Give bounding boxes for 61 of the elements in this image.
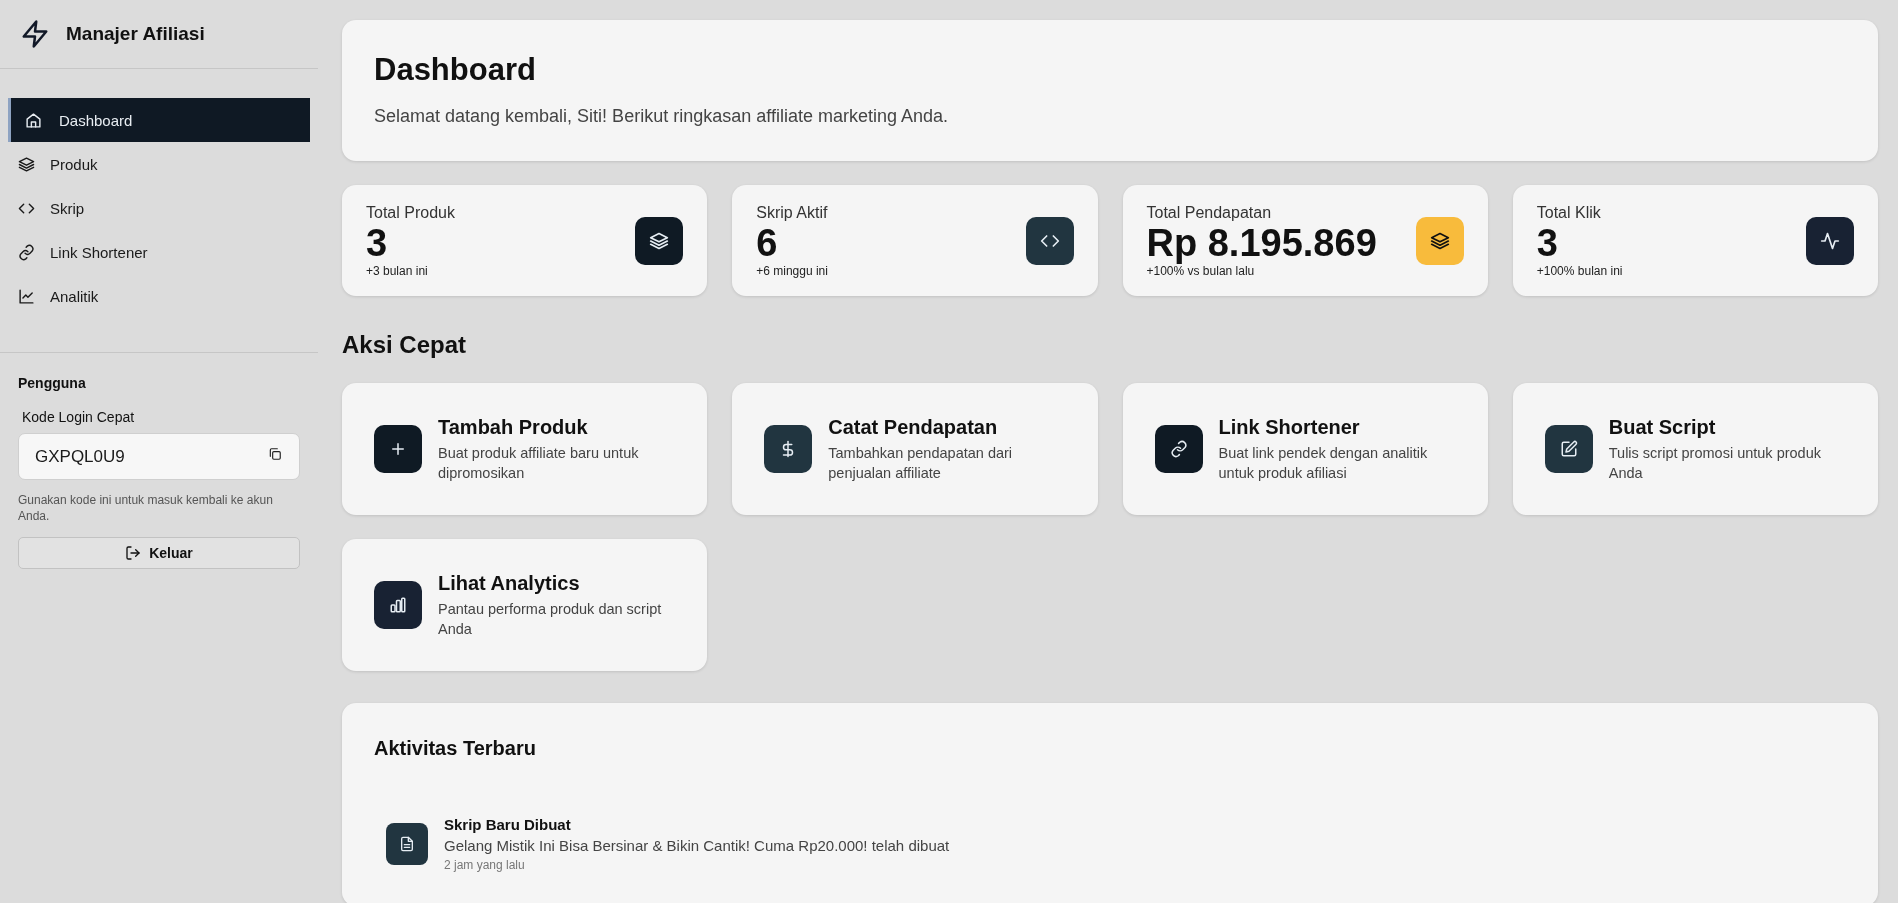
- stat-label: Total Pendapatan: [1146, 203, 1273, 222]
- action-description: Tulis script promosi untuk produk Anda: [1608, 443, 1822, 483]
- action-title: Link Shortener: [1218, 415, 1361, 439]
- stat-note: +100% bulan ini: [1536, 263, 1623, 278]
- login-code-field[interactable]: GXPQL0U9: [18, 433, 300, 480]
- stat-value: 6: [756, 221, 779, 264]
- logout-icon: [125, 545, 142, 561]
- stat-label: Skrip Aktif: [756, 203, 828, 222]
- link-icon: [18, 243, 35, 261]
- quick-action-card[interactable]: Link Shortener Buat link pendek dengan analitik untuk produk afiliasi: [1122, 383, 1488, 515]
- hint-text: Gunakan kode ini untuk masuk kembali ke akun Anda.: [18, 492, 274, 524]
- field-label: Kode Login Cepat: [22, 409, 136, 425]
- line-chart-icon: [18, 287, 35, 305]
- action-title: Buat Script: [1608, 415, 1717, 439]
- welcome-text: Selamat datang kembali, Siti! Berikut ringkasan affiliate marketing Anda.: [374, 106, 949, 127]
- plus-icon: [389, 440, 407, 458]
- action-description: Tambahkan pendapatan dari penjualan affiliate: [828, 443, 1014, 483]
- layers-icon: [18, 155, 35, 173]
- stat-note: +100% vs bulan lalu: [1146, 263, 1256, 278]
- quick-action-card[interactable]: Buat Script Tulis script promosi untuk produk Anda: [1512, 383, 1878, 515]
- activity-title: Skrip Baru Dibuat: [444, 816, 572, 833]
- nav-item[interactable]: Skrip: [8, 186, 310, 230]
- quick-action-card[interactable]: Catat Pendapatan Tambahkan pendapatan dari penjualan affiliate: [732, 383, 1098, 515]
- layers-icon: [1429, 230, 1450, 251]
- action-title: Tambah Produk: [438, 415, 589, 439]
- stat-note: +3 bulan ini: [366, 263, 429, 278]
- copy-icon: [268, 447, 282, 461]
- edit-icon: [1559, 440, 1578, 458]
- link-icon: [1169, 440, 1188, 458]
- section-title: Aktivitas Terbaru: [374, 737, 536, 760]
- home-icon: [25, 111, 42, 129]
- page-title: Dashboard: [374, 52, 536, 88]
- stat-note: +6 minggu ini: [756, 263, 828, 278]
- stat-label: Total Produk: [366, 203, 455, 222]
- quick-action-card[interactable]: Lihat Analytics Pantau performa produk dan script Anda: [342, 539, 708, 671]
- bar-chart-icon: [389, 596, 407, 614]
- nav-item[interactable]: Analitik: [8, 274, 310, 318]
- activity-time: 2 jam yang lalu: [444, 858, 526, 872]
- action-description: Buat produk affiliate baru untuk dipromosikan: [438, 443, 640, 483]
- app-title: Manajer Afiliasi: [66, 23, 205, 45]
- activity-description: Gelang Mistik Ini Bisa Bersinar & Bikin Cantik! Cuma Rp20.000! telah dibuat: [444, 837, 950, 854]
- nav-item[interactable]: Link Shortener: [8, 230, 310, 274]
- action-title: Catat Pendapatan: [828, 415, 999, 439]
- section-heading: Pengguna: [18, 375, 87, 391]
- stat-value: 3: [1536, 221, 1559, 264]
- stat-value: Rp 8.195.869: [1146, 221, 1377, 264]
- document-icon: [399, 836, 415, 852]
- action-title: Lihat Analytics: [438, 571, 581, 595]
- nav-item[interactable]: Produk: [8, 142, 310, 186]
- stat-label: Total Klik: [1536, 203, 1602, 222]
- section-title: Aksi Cepat: [342, 331, 467, 359]
- action-description: Pantau performa produk dan script Anda: [438, 599, 663, 639]
- action-description: Buat link pendek dengan analitik untuk produk afiliasi: [1218, 443, 1429, 483]
- stat-value: 3: [366, 221, 389, 264]
- pulse-icon: [1820, 230, 1840, 251]
- layers-icon: [649, 230, 670, 251]
- nav-item[interactable]: Dashboard: [8, 98, 310, 142]
- logout-button[interactable]: Keluar: [18, 537, 300, 569]
- quick-action-card[interactable]: Tambah Produk Buat produk affiliate baru untuk dipromosikan: [342, 383, 708, 515]
- lightning-icon: [20, 19, 50, 49]
- copy-button[interactable]: [268, 447, 282, 461]
